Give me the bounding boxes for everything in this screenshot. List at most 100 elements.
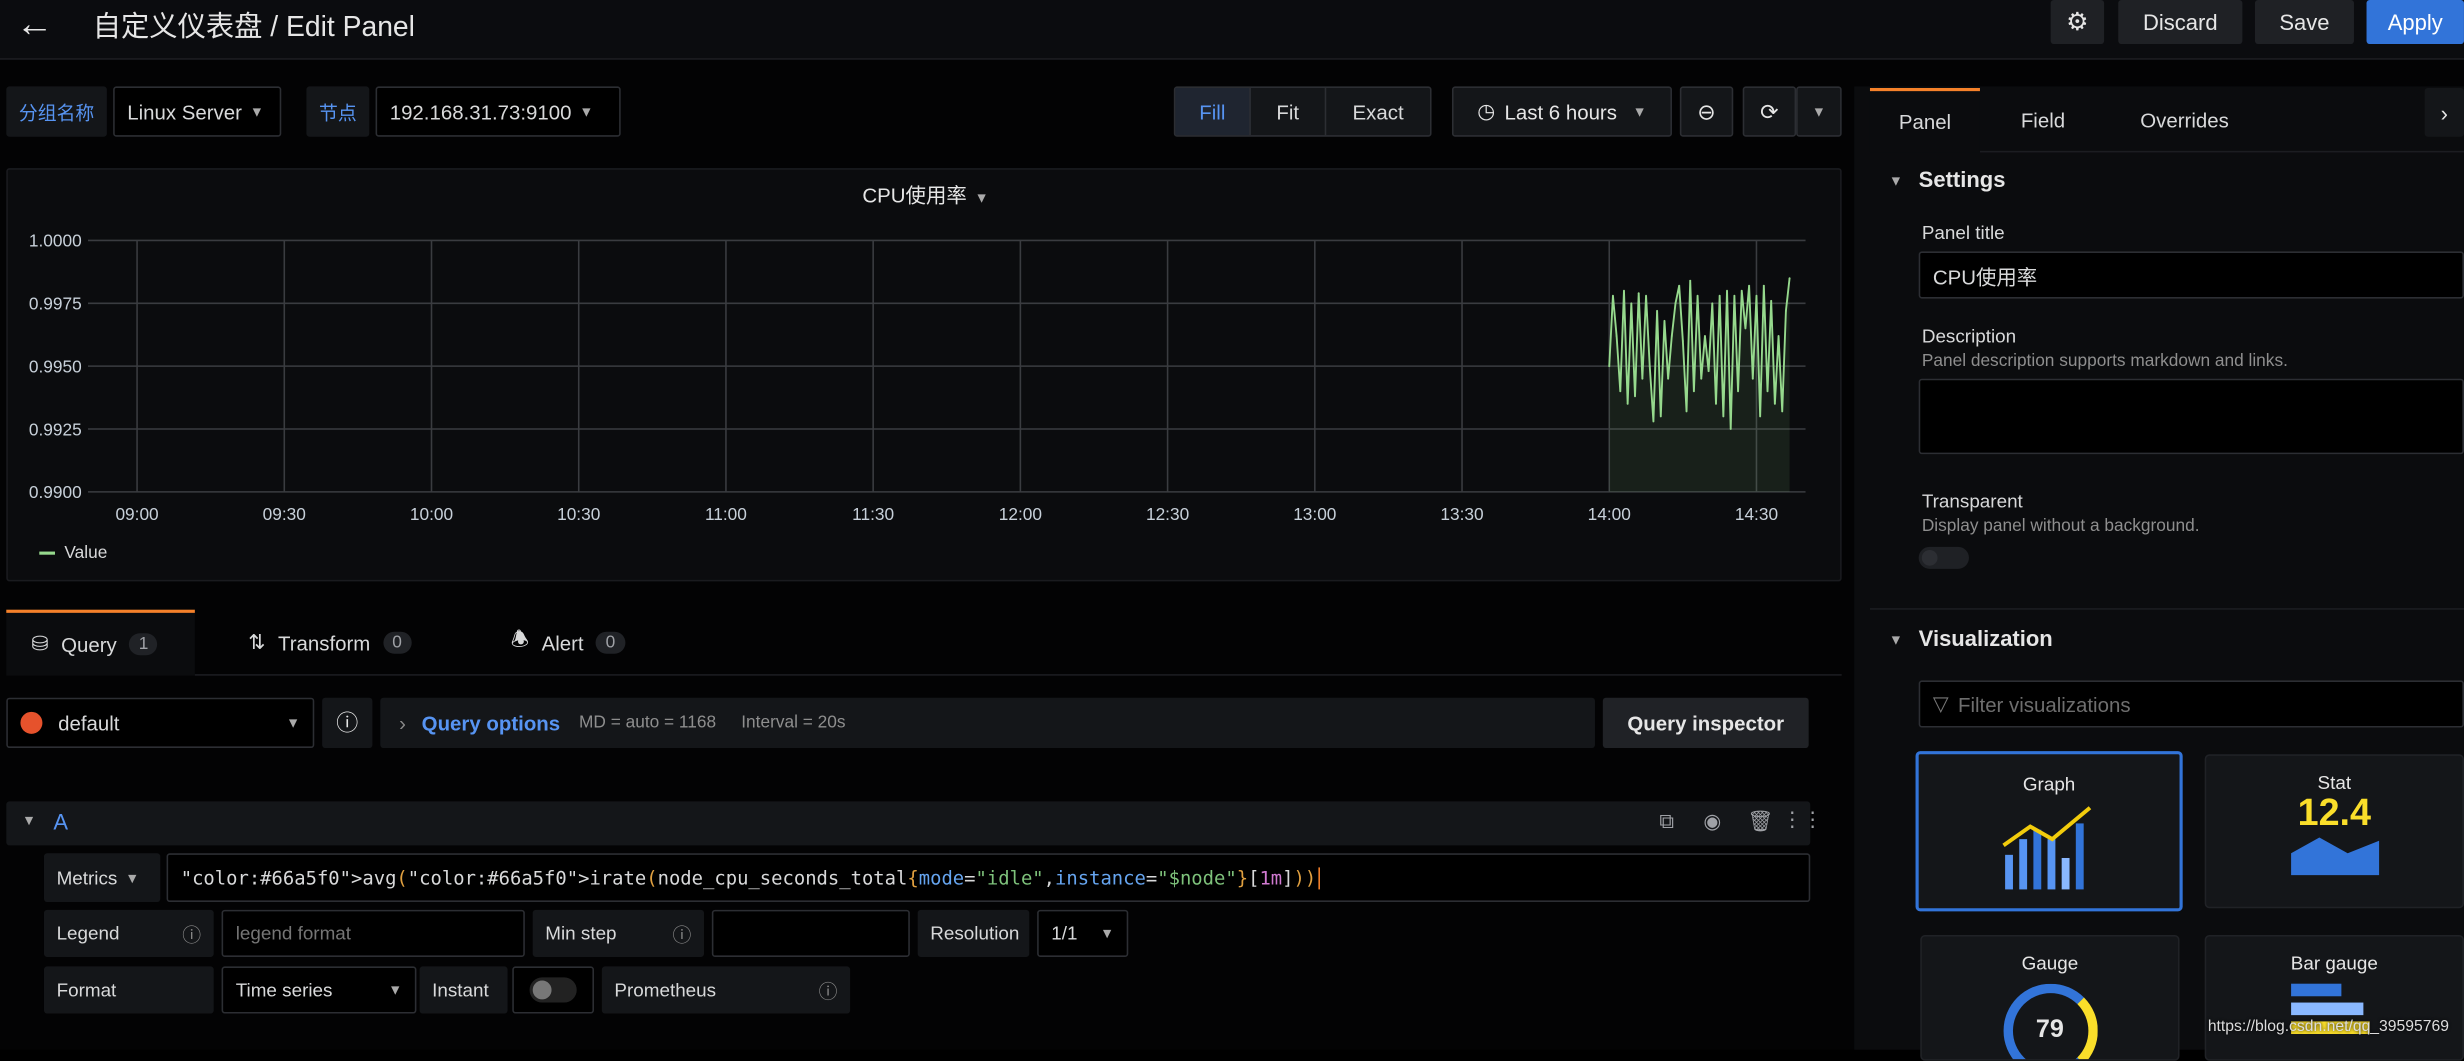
query-options-bar[interactable]: › Query options MD = auto = 1168 Interval =… bbox=[380, 697, 1595, 748]
section-divider bbox=[1869, 608, 2464, 610]
tab-field[interactable]: Field bbox=[2021, 108, 2065, 132]
description-label: Description bbox=[1921, 325, 2017, 348]
viz-card-bar-gauge[interactable]: Bar gauge bbox=[2204, 934, 2464, 1061]
chevron-down-icon: ▼ bbox=[1811, 103, 1826, 120]
data-point bbox=[1634, 395, 1636, 398]
tab-transform[interactable]: ⇅ Transform 0 bbox=[248, 610, 412, 676]
data-point bbox=[1715, 402, 1717, 405]
resolution-select[interactable]: 1/1 ▼ bbox=[1037, 909, 1129, 957]
data-point bbox=[1637, 292, 1640, 295]
prometheus-label: Prometheus ⓘ bbox=[601, 966, 851, 1014]
view-mode-group: Fill Fit Exact bbox=[1173, 86, 1432, 137]
datasource-picker[interactable]: default ▼ bbox=[6, 697, 315, 748]
view-mode-fill[interactable]: Fill bbox=[1175, 87, 1251, 136]
gauge-viz-value: 79 bbox=[2035, 1016, 2064, 1044]
data-point bbox=[1623, 289, 1625, 292]
save-button[interactable]: Save bbox=[2254, 0, 2354, 44]
instant-toggle[interactable] bbox=[512, 966, 594, 1014]
refresh-interval-dropdown[interactable]: ▼ bbox=[1796, 86, 1842, 137]
drag-handle-icon[interactable]: ⋮⋮ bbox=[1782, 808, 1823, 833]
chevron-down-icon: ▼ bbox=[1100, 925, 1115, 942]
data-point bbox=[1703, 335, 1706, 337]
viz-card-gauge[interactable]: Gauge 79 bbox=[1920, 934, 2180, 1061]
chevron-down-icon[interactable]: ▼ bbox=[1889, 632, 1903, 648]
stat-viz-value: 12.4 bbox=[2297, 791, 2372, 835]
data-point bbox=[1619, 390, 1622, 393]
format-select[interactable]: Time series ▼ bbox=[221, 966, 417, 1014]
x-tick-label: 11:00 bbox=[705, 504, 747, 524]
settings-heading[interactable]: Settings bbox=[1919, 167, 2006, 192]
description-textarea[interactable] bbox=[1918, 378, 2464, 455]
min-step-label: Min step ⓘ bbox=[532, 909, 704, 957]
chart-canvas[interactable]: 1.0000 0.9975 0.9950 0.9925 0.9900 09:00 09:30… bbox=[8, 170, 1843, 583]
data-point bbox=[1611, 294, 1614, 297]
query-row-header[interactable]: ▼ A ⧉ ◉ 🗑 ⋮⋮ bbox=[6, 801, 1823, 846]
tab-panel[interactable]: Panel bbox=[1869, 87, 1980, 153]
x-tick-label: 12:00 bbox=[999, 504, 1042, 524]
duplicate-icon[interactable]: ⧉ bbox=[1659, 809, 1674, 834]
gauge-viz-icon: 79 bbox=[2002, 983, 2098, 1060]
data-point bbox=[1748, 284, 1751, 287]
panel-title-input[interactable]: CPU使用率 bbox=[1918, 251, 2464, 299]
legend-item[interactable]: Value bbox=[39, 544, 107, 563]
chevron-down-icon: ▼ bbox=[125, 869, 140, 886]
viz-card-stat[interactable]: Stat 12.4 bbox=[2204, 754, 2464, 909]
metrics-dropdown[interactable]: Metrics ▼ bbox=[43, 853, 161, 902]
variable-select-group[interactable]: Linux Server ▼ bbox=[113, 86, 282, 137]
tab-count: 1 bbox=[129, 633, 158, 656]
refresh-button[interactable]: ⟳ bbox=[1742, 86, 1797, 137]
clock-icon: ◷ bbox=[1477, 98, 1496, 123]
x-tick-label: 10:00 bbox=[410, 504, 453, 524]
data-point bbox=[1615, 335, 1618, 337]
chevron-down-icon[interactable]: ▼ bbox=[1889, 173, 1903, 189]
transform-icon: ⇅ bbox=[248, 630, 266, 654]
datasource-help-button[interactable]: ⓘ bbox=[322, 697, 373, 748]
top-header: ← 自定义仪表盘 / Edit Panel ⚙ Discard Save App… bbox=[0, 0, 2464, 60]
data-point bbox=[1670, 335, 1673, 337]
tabs-divider bbox=[1979, 150, 2464, 153]
data-point bbox=[1770, 299, 1773, 302]
collapse-chevron-icon[interactable]: ▼ bbox=[22, 812, 36, 828]
data-point bbox=[1641, 377, 1644, 380]
data-point bbox=[1726, 289, 1728, 292]
data-point bbox=[1781, 410, 1784, 413]
interval: Interval = 20s bbox=[741, 713, 846, 733]
min-step-text: Min step bbox=[545, 922, 617, 945]
data-point bbox=[1681, 340, 1684, 342]
promql-editor[interactable]: "color:#66a5f0">avg("color:#66a5f0">irat… bbox=[166, 853, 1811, 902]
view-mode-fit[interactable]: Fit bbox=[1251, 87, 1327, 136]
refresh-icon: ⟳ bbox=[1760, 98, 1779, 124]
transparent-toggle[interactable] bbox=[1918, 546, 1969, 569]
variable-select-node[interactable]: 192.168.31.73:9100 ▼ bbox=[375, 86, 621, 137]
zoom-out-button[interactable]: ⊖ bbox=[1679, 86, 1734, 137]
tab-alert[interactable]: 🕭 Alert 0 bbox=[511, 610, 625, 676]
data-point bbox=[1729, 428, 1732, 430]
discard-button[interactable]: Discard bbox=[2118, 0, 2243, 44]
collapse-pane-button[interactable]: › bbox=[2424, 87, 2464, 137]
settings-button[interactable]: ⚙ bbox=[2050, 0, 2105, 44]
filter-visualizations-input[interactable]: ▽ Filter visualizations bbox=[1918, 680, 2464, 728]
min-step-input[interactable] bbox=[711, 909, 910, 957]
x-tick-label: 13:30 bbox=[1440, 504, 1483, 524]
tab-overrides[interactable]: Overrides bbox=[2140, 108, 2229, 132]
y-tick-label: 0.9925 bbox=[29, 419, 82, 439]
data-point bbox=[1740, 289, 1743, 292]
data-point bbox=[1700, 377, 1703, 380]
time-picker[interactable]: ◷ Last 6 hours ▼ bbox=[1451, 86, 1672, 137]
visualization-heading[interactable]: Visualization bbox=[1919, 625, 2053, 650]
back-arrow-icon[interactable]: ← bbox=[16, 3, 54, 47]
toggle-switch bbox=[529, 977, 577, 1003]
variable-value: 192.168.31.73:9100 bbox=[389, 99, 572, 124]
tab-query[interactable]: ⛁ Query 1 bbox=[6, 609, 195, 676]
query-inspector-button[interactable]: Query inspector bbox=[1602, 697, 1809, 748]
eye-icon[interactable]: ◉ bbox=[1703, 809, 1721, 834]
view-mode-exact[interactable]: Exact bbox=[1326, 88, 1430, 135]
viz-card-graph[interactable]: Graph bbox=[1915, 751, 2183, 912]
apply-button[interactable]: Apply bbox=[2366, 0, 2464, 44]
trash-icon[interactable]: 🗑 bbox=[1747, 809, 1773, 834]
legend-format-input[interactable] bbox=[221, 909, 525, 957]
grafana-edit-panel: ← 自定义仪表盘 / Edit Panel ⚙ Discard Save App… bbox=[0, 0, 2464, 1061]
tab-label: Alert bbox=[541, 630, 584, 655]
data-point bbox=[1788, 277, 1791, 280]
watermark: https://blog.csdn.net/qq_39595769 bbox=[2207, 1018, 2449, 1036]
